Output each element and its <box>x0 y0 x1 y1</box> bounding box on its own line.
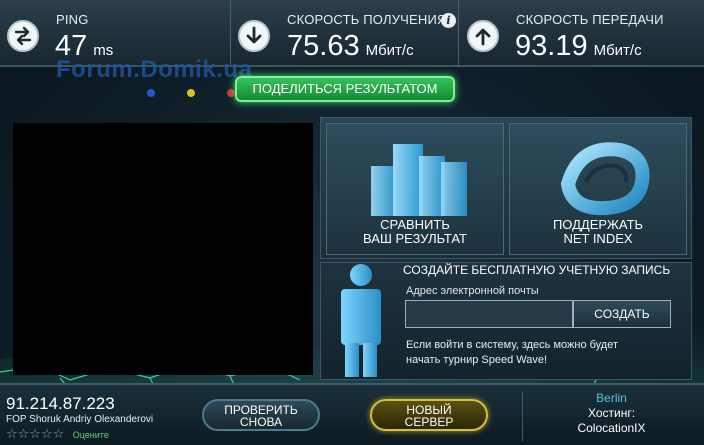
bar-chart-icon <box>371 144 467 216</box>
server-info: Berlin Хостинг: ColocationIX <box>522 391 700 441</box>
server-city: Berlin <box>596 391 627 405</box>
create-account-title: СОЗДАЙТЕ БЕСПЛАТНУЮ УЧЕТНУЮ ЗАПИСЬ <box>403 263 671 277</box>
swap-arrows-icon <box>7 20 39 52</box>
retest-line2: СНОВА <box>239 415 283 429</box>
new-server-button[interactable]: НОВЫЙ СЕРВЕР <box>370 399 488 431</box>
upload-label: СКОРОСТЬ ПЕРЕДАЧИ <box>516 12 664 27</box>
support-line1: ПОДДЕРЖАТЬ <box>552 217 644 232</box>
red-dot <box>227 89 235 97</box>
isp-name: FOP Shoruk Andriy Olexanderovi <box>6 414 154 425</box>
upload-unit: Мбит/с <box>593 42 642 59</box>
download-label: СКОРОСТЬ ПОЛУЧЕНИЯ <box>287 12 447 27</box>
retest-button[interactable]: ПРОВЕРИТЬ СНОВА <box>202 399 320 431</box>
arrow-down-icon <box>238 20 270 52</box>
actions-panel: СРАВНИТЬ ВАШ РЕЗУЛЬТАТ ПОДДЕРЖАТЬ NET IN… <box>320 117 692 259</box>
new-server-line2: СЕРВЕР <box>404 415 454 429</box>
download-value-line: 75.63 Мбит/с <box>287 30 414 63</box>
upload-value-line: 93.19 Мбит/с <box>515 30 642 63</box>
compare-caption: СРАВНИТЬ ВАШ РЕЗУЛЬТАТ <box>327 218 503 246</box>
ping-label: PING <box>56 12 89 27</box>
arrow-up-icon <box>467 20 499 52</box>
compare-line1: СРАВНИТЬ <box>380 217 450 232</box>
share-result-button[interactable]: ПОДЕЛИТЬСЯ РЕЗУЛЬТАТОМ <box>235 76 455 102</box>
account-description: Если войти в систему, здесь можно будет … <box>406 339 619 366</box>
rating-row: ☆☆☆☆☆ Оцените <box>6 425 192 443</box>
isp-info: 91.214.87.223 FOP Shoruk Andriy Olexande… <box>6 395 192 443</box>
compare-result-card[interactable]: СРАВНИТЬ ВАШ РЕЗУЛЬТАТ <box>326 123 504 255</box>
blue-dot <box>147 89 155 97</box>
yellow-dot <box>187 89 195 97</box>
email-label: Адрес электронной почты <box>406 285 539 297</box>
bottom-bar: 91.214.87.223 FOP Shoruk Andriy Olexande… <box>0 383 704 445</box>
result-image-panel <box>13 123 313 375</box>
download-unit: Мбит/с <box>365 42 414 59</box>
info-icon[interactable]: i <box>441 13 456 28</box>
net-index-logo-icon <box>560 142 650 216</box>
upload-value: 93.19 <box>515 30 588 62</box>
forum-watermark: Forum.Domik.ua <box>56 56 253 83</box>
ip-address: 91.214.87.223 <box>6 394 115 413</box>
support-net-index-card[interactable]: ПОДДЕРЖАТЬ NET INDEX <box>509 123 687 255</box>
create-account-button[interactable]: СОЗДАТЬ <box>573 300 671 328</box>
server-host-label: Хостинг: <box>587 406 636 420</box>
person-figure-icon <box>341 264 381 377</box>
server-host-name: ColocationIX <box>577 421 646 435</box>
download-value: 75.63 <box>287 30 360 62</box>
create-account-panel: СОЗДАЙТЕ БЕСПЛАТНУЮ УЧЕТНУЮ ЗАПИСЬ Адрес… <box>320 262 692 380</box>
speedtest-app: PING 47 ms СКОРОСТЬ ПОЛУЧЕНИЯ i 75.63 Мбит… <box>0 0 704 445</box>
compare-line2: ВАШ РЕЗУЛЬТАТ <box>363 231 467 246</box>
star-rating-icon[interactable]: ☆☆☆☆☆ <box>6 426 64 441</box>
support-line2: NET INDEX <box>563 231 633 246</box>
download-metric: СКОРОСТЬ ПОЛУЧЕНИЯ i 75.63 Мбит/с <box>230 0 458 67</box>
email-input[interactable] <box>405 300 573 328</box>
upload-metric: СКОРОСТЬ ПЕРЕДАЧИ 93.19 Мбит/с <box>458 0 704 67</box>
support-caption: ПОДДЕРЖАТЬ NET INDEX <box>510 218 686 246</box>
rate-label[interactable]: Оцените <box>73 430 109 440</box>
